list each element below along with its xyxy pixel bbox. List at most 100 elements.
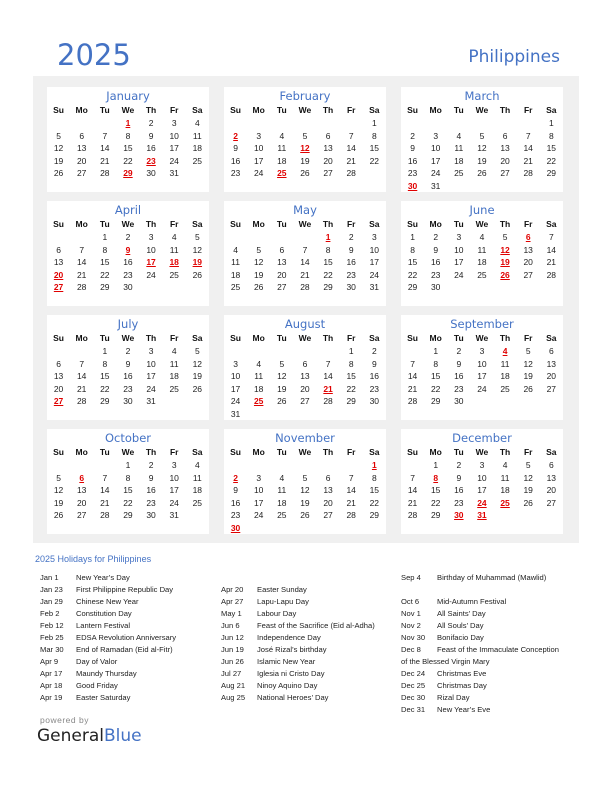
day: 21 bbox=[300, 269, 310, 280]
day: 6 bbox=[548, 460, 554, 470]
weekday-header: Fr bbox=[346, 447, 356, 457]
holiday-date: Nov 2 bbox=[401, 621, 421, 630]
holiday-name: New Year’s Eve bbox=[437, 705, 491, 714]
day: 17 bbox=[477, 485, 487, 496]
holiday-day: 1 bbox=[125, 118, 131, 128]
holiday-name: All Souls’ Day bbox=[437, 621, 484, 630]
month-grid: Su Mo Tu We Th Fr Sa 1 2 3 4 5 6 7 8 9 10 11 12 13 14 15 16 17 1… bbox=[401, 218, 563, 294]
day: 21 bbox=[346, 497, 356, 508]
day: 7 bbox=[525, 130, 531, 141]
month-name: July bbox=[117, 317, 139, 331]
day: 12 bbox=[53, 143, 64, 154]
day: 13 bbox=[523, 244, 533, 255]
day: 18 bbox=[277, 497, 287, 508]
generalblue-logo[interactable]: GeneralBlue bbox=[37, 726, 142, 746]
brand-general: General bbox=[37, 726, 104, 746]
month-grid: Su Mo Tu We Th Fr Sa 1 2 3 4 5 6 7 8 9 10 11 12 13 14 15 16 17 1… bbox=[401, 446, 563, 522]
weekday-header: We bbox=[298, 105, 312, 115]
holiday-column-1: Jan 1 New Year’s Day Jan 23 First Philippin… bbox=[40, 572, 176, 704]
day: 27 bbox=[546, 497, 557, 508]
day: 22 bbox=[430, 497, 441, 508]
day: 12 bbox=[277, 371, 287, 382]
holiday-date: Nov 30 bbox=[401, 633, 426, 642]
day: 29 bbox=[323, 282, 333, 293]
weekday-header: Sa bbox=[192, 105, 203, 115]
empty-day bbox=[270, 459, 293, 472]
day: 28 bbox=[100, 510, 110, 521]
day: 20 bbox=[277, 269, 287, 280]
day: 9 bbox=[148, 472, 154, 483]
empty-day bbox=[93, 117, 116, 130]
day: 18 bbox=[477, 257, 487, 268]
empty-day bbox=[317, 459, 340, 472]
day: 15 bbox=[123, 143, 133, 154]
day: 25 bbox=[169, 269, 179, 280]
month-september: September Su Mo Tu We Th Fr Sa 1 2 3 4 5 6 7 8 9 10 11 12 13… bbox=[401, 315, 563, 420]
day: 28 bbox=[323, 396, 333, 407]
day: 19 bbox=[53, 497, 64, 508]
day: 15 bbox=[100, 257, 110, 268]
holiday-column-2: Apr 20 Easter Sunday Apr 27 Lapu-Lapu Day Ma… bbox=[221, 584, 375, 704]
day: 12 bbox=[523, 358, 533, 369]
day: 4 bbox=[279, 472, 285, 483]
holiday-name: End of Ramadan (Eid al-Fitr) bbox=[76, 645, 173, 654]
day: 13 bbox=[500, 143, 510, 154]
day: 16 bbox=[230, 497, 241, 508]
weekday-header: Su bbox=[53, 447, 64, 457]
weekday-header: Tu bbox=[99, 447, 110, 457]
calendar-panel: January Su Mo Tu We Th Fr Sa 1 2 3 4 5 6 7 8 9 10 11 12 13 14… bbox=[33, 76, 579, 543]
month-november: November Su Mo Tu We Th Fr Sa 1 2 3 4 5 6 7 8 9 10 11 12 13 1… bbox=[224, 429, 386, 534]
holiday-day: 26 bbox=[500, 269, 510, 280]
holiday-name: All Saints’ Day bbox=[437, 609, 486, 618]
day: 16 bbox=[430, 257, 441, 268]
day: 4 bbox=[194, 118, 200, 128]
day: 25 bbox=[500, 383, 510, 394]
day: 6 bbox=[502, 130, 508, 141]
weekday-header: Mo bbox=[252, 219, 265, 229]
day: 3 bbox=[479, 346, 485, 356]
day: 14 bbox=[76, 257, 87, 268]
day: 2 bbox=[433, 232, 439, 242]
day: 17 bbox=[430, 155, 441, 166]
holiday-item: Nov 2 All Souls’ Day bbox=[401, 620, 559, 632]
day: 2 bbox=[456, 346, 462, 356]
empty-day bbox=[47, 231, 70, 244]
day: 30 bbox=[346, 282, 356, 293]
day: 23 bbox=[146, 497, 156, 508]
day: 26 bbox=[523, 497, 533, 508]
day: 1 bbox=[348, 346, 354, 356]
day: 14 bbox=[346, 485, 356, 496]
day: 11 bbox=[169, 244, 179, 255]
day: 24 bbox=[430, 168, 441, 179]
day: 11 bbox=[254, 371, 264, 382]
holiday-day: 1 bbox=[371, 460, 377, 470]
day: 22 bbox=[369, 155, 380, 166]
empty-day bbox=[247, 117, 270, 130]
day: 19 bbox=[53, 155, 64, 166]
holiday-name: Easter Sunday bbox=[257, 585, 307, 594]
day: 2 bbox=[148, 460, 154, 470]
day: 25 bbox=[169, 383, 179, 394]
day: 1 bbox=[410, 232, 415, 242]
holiday-day: 9 bbox=[125, 244, 131, 255]
day: 19 bbox=[477, 155, 487, 166]
empty-day bbox=[470, 117, 493, 130]
holiday-day: 27 bbox=[53, 282, 64, 293]
day: 28 bbox=[76, 396, 87, 407]
day: 20 bbox=[546, 371, 557, 382]
day: 5 bbox=[194, 232, 200, 242]
day: 20 bbox=[300, 383, 310, 394]
month-name: November bbox=[275, 431, 335, 445]
holiday-date: Nov 1 bbox=[401, 609, 421, 618]
weekday-header: Mo bbox=[252, 447, 265, 457]
day: 2 bbox=[348, 232, 354, 242]
day: 4 bbox=[456, 130, 462, 141]
holiday-name: José Rizal’s birthday bbox=[257, 645, 327, 654]
weekday-header: Tu bbox=[276, 105, 287, 115]
day: 15 bbox=[430, 371, 441, 382]
weekday-header: Fr bbox=[523, 105, 533, 115]
day: 27 bbox=[300, 396, 310, 407]
day: 15 bbox=[369, 485, 380, 496]
empty-day bbox=[93, 459, 116, 472]
day: 31 bbox=[169, 510, 179, 521]
